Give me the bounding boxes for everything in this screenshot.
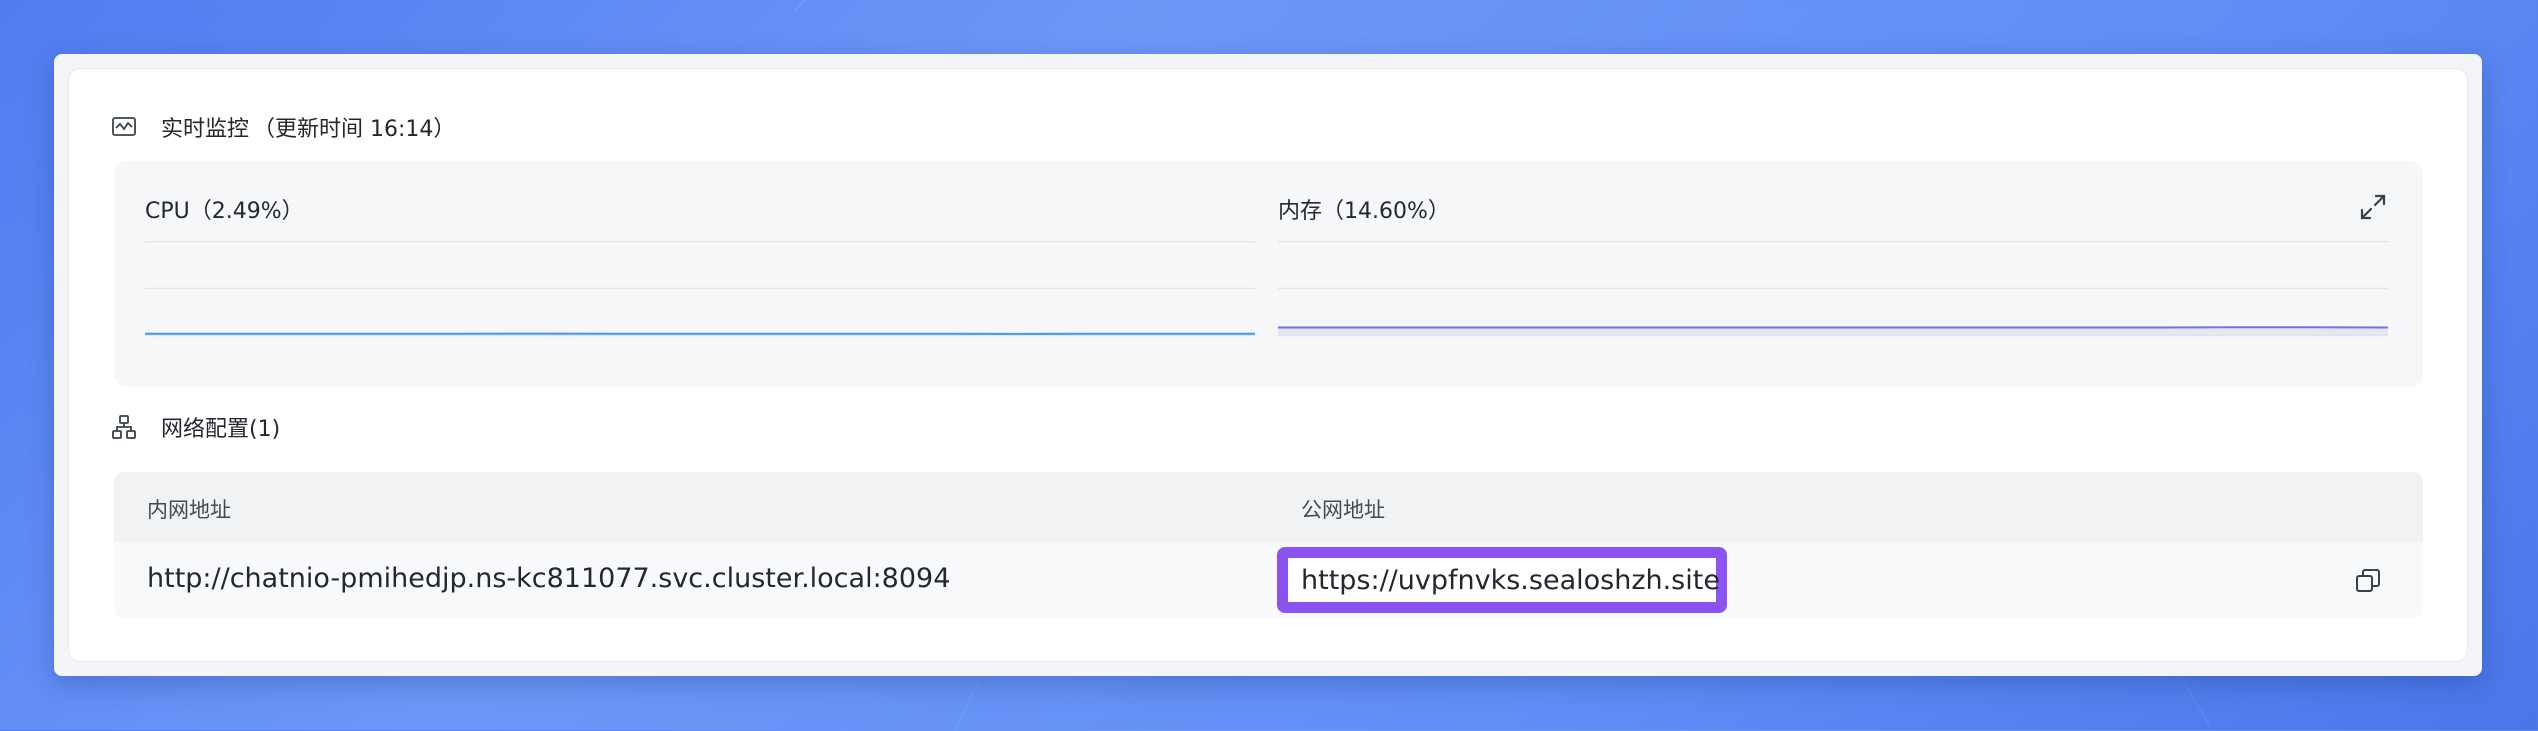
detail-card: 实时监控 （更新时间 16:14） CPU（2.49%） 内存（14.60%）: [54, 54, 2482, 676]
expand-button[interactable]: [2357, 191, 2389, 223]
copy-button[interactable]: [2353, 566, 2383, 596]
monitor-title: 实时监控: [161, 111, 249, 143]
background-stripe: [2180, 676, 2211, 728]
public-address-link[interactable]: https://uvpfnvks.sealoshzh.site: [1277, 547, 1727, 613]
column-header-public: 公网地址: [1301, 494, 1385, 524]
copy-icon: [2353, 566, 2383, 596]
detail-card-inner: 实时监控 （更新时间 16:14） CPU（2.49%） 内存（14.60%）: [68, 68, 2468, 662]
background-stripe: [955, 676, 981, 731]
network-header: 网络配置(1): [111, 411, 280, 443]
monitor-update-time: （更新时间 16:14）: [253, 111, 455, 143]
background-stripe: [794, 0, 821, 12]
cpu-chart-block: CPU（2.49%）: [145, 161, 1255, 387]
memory-chart-block: 内存（14.60%）: [1278, 161, 2388, 387]
internal-address: http://chatnio-pmihedjp.ns-kc811077.svc.…: [147, 563, 950, 594]
cpu-label: CPU: [145, 199, 190, 224]
memory-label: 内存: [1278, 199, 1322, 224]
memory-chart-title: 内存（14.60%）: [1278, 193, 1450, 225]
memory-value: （14.60%）: [1322, 199, 1450, 224]
monitor-panel: CPU（2.49%） 内存（14.60%）: [114, 161, 2423, 387]
table-header: 内网地址 公网地址: [114, 472, 2423, 542]
table-row: http://chatnio-pmihedjp.ns-kc811077.svc.…: [114, 542, 2423, 618]
public-address: https://uvpfnvks.sealoshzh.site: [1301, 565, 1720, 596]
monitor-chart-icon: [111, 114, 137, 140]
monitor-header: 实时监控 （更新时间 16:14）: [111, 111, 455, 143]
cpu-chart: [145, 241, 1255, 351]
network-title: 网络配置(1): [161, 411, 280, 443]
cpu-chart-title: CPU（2.49%）: [145, 193, 304, 225]
column-header-internal: 内网地址: [147, 494, 231, 524]
expand-icon: [2357, 191, 2389, 223]
network-table: 内网地址 公网地址 http://chatnio-pmihedjp.ns-kc8…: [114, 472, 2423, 618]
network-icon: [111, 414, 137, 440]
memory-chart: [1278, 241, 2388, 351]
cpu-value: （2.49%）: [190, 199, 304, 224]
